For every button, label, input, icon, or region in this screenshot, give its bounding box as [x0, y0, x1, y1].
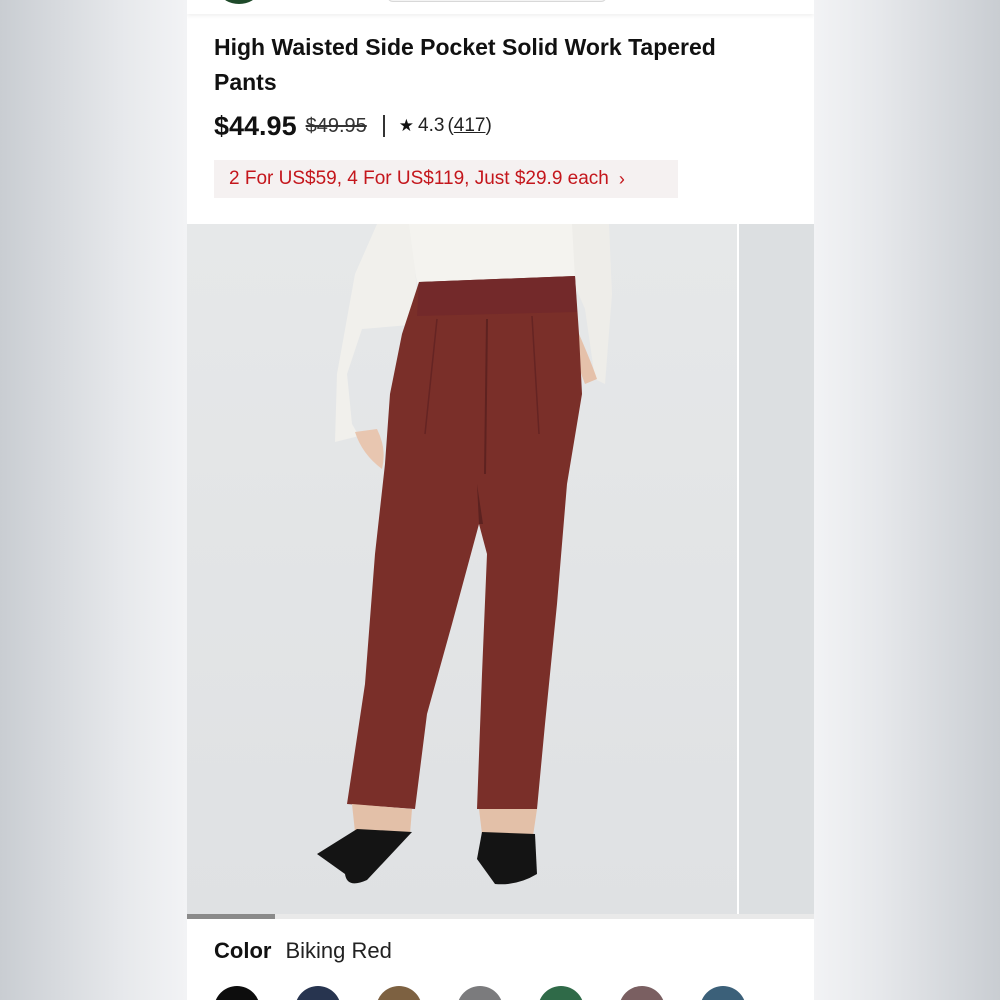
selected-color: Biking Red [285, 938, 392, 963]
product-title: High Waisted Side Pocket Solid Work Tape… [214, 34, 716, 95]
right-ankle [479, 809, 537, 836]
color-swatch[interactable] [376, 986, 422, 1000]
product-page: High Waisted Side Pocket Solid Work Tape… [187, 0, 814, 1000]
model-wearing-pants-illustration [317, 224, 612, 885]
star-icon: ★ [398, 116, 415, 135]
waistband [417, 276, 577, 316]
color-swatches [214, 986, 794, 1000]
color-swatch[interactable] [457, 986, 503, 1000]
promo-banner[interactable]: 2 For US$59, 4 For US$119, Just $29.9 ea… [214, 160, 678, 198]
brand-logo[interactable] [221, 0, 257, 4]
color-swatch[interactable] [214, 986, 260, 1000]
color-selector-header: Color Biking Red [214, 936, 392, 966]
pants [347, 276, 582, 809]
promo-text: 2 For US$59, 4 For US$119, Just $29.9 ea… [229, 168, 609, 189]
color-swatch[interactable] [619, 986, 665, 1000]
chevron-right-icon: › [618, 168, 625, 189]
color-swatch[interactable] [538, 986, 584, 1000]
product-gallery[interactable] [187, 224, 814, 914]
color-label: Color [214, 938, 272, 963]
rating-value: 4.3 [418, 115, 445, 136]
left-hand [355, 429, 384, 469]
price-row: $44.95 $49.95 ★ 4.3 (417) [214, 106, 492, 146]
next-photo-preview[interactable] [739, 224, 814, 914]
current-price: $44.95 [214, 110, 297, 141]
color-swatch[interactable] [295, 986, 341, 1000]
divider [382, 115, 385, 137]
white-top-center [409, 224, 575, 284]
original-price: $49.95 [305, 114, 367, 137]
left-shoe [317, 829, 412, 884]
reviews-link[interactable]: (417) [447, 115, 491, 137]
search-bar[interactable] [387, 0, 607, 2]
product-photo[interactable] [187, 224, 737, 914]
top-header [187, 0, 814, 14]
gallery-progress-fill [187, 914, 275, 919]
reviews-count[interactable]: 417 [454, 115, 486, 136]
right-shoe [477, 832, 537, 885]
color-swatch[interactable] [700, 986, 746, 1000]
gallery-progress [187, 914, 814, 919]
